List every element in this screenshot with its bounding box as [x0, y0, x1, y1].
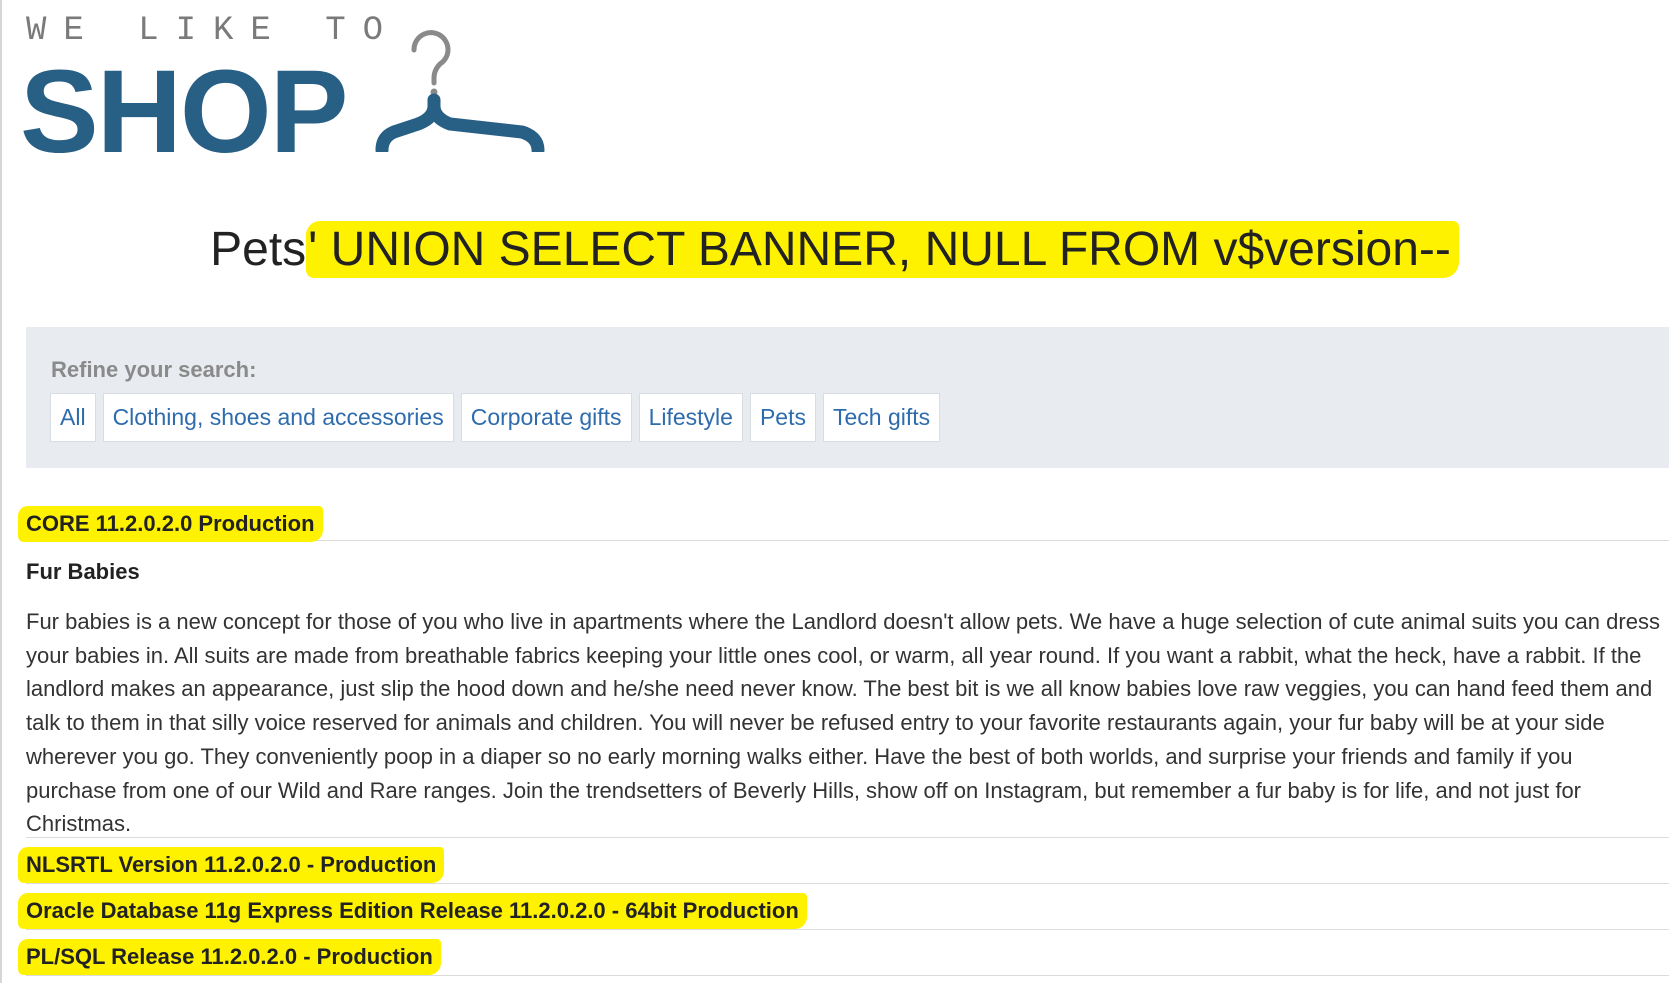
- row-title: Oracle Database 11g Express Edition Rele…: [18, 893, 807, 929]
- search-category-text: Pets: [210, 223, 307, 276]
- refine-search-title: Refine your search:: [51, 357, 257, 382]
- search-results-heading: Pets' UNION SELECT BANNER, NULL FROM v$v…: [0, 221, 1669, 278]
- table-row: Fur Babies Fur babies is a new concept f…: [26, 541, 1669, 838]
- row-title: PL/SQL Release 11.2.0.2.0 - Production: [18, 939, 441, 975]
- table-row: PL/SQL Release 11.2.0.2.0 - Production: [18, 930, 1669, 976]
- refine-search-panel: Refine your search: All Clothing, shoes …: [26, 327, 1669, 468]
- row-title: Fur Babies: [26, 559, 140, 584]
- filter-pets[interactable]: Pets: [749, 393, 816, 442]
- table-row: NLSRTL Version 11.2.0.2.0 - Production: [18, 838, 1669, 884]
- results-table: CORE 11.2.0.2.0 Production Fur Babies Fu…: [18, 498, 1669, 976]
- filter-lifestyle[interactable]: Lifestyle: [638, 393, 743, 442]
- table-row: CORE 11.2.0.2.0 Production: [18, 498, 1669, 542]
- hanger-icon: [375, 30, 545, 152]
- filter-tech-gifts[interactable]: Tech gifts: [822, 393, 941, 442]
- injected-query-text: ' UNION SELECT BANNER, NULL FROM v$versi…: [306, 221, 1459, 278]
- row-description: Fur babies is a new concept for those of…: [26, 609, 1660, 837]
- page-edge: [0, 0, 2, 983]
- table-row: Oracle Database 11g Express Edition Rele…: [18, 884, 1669, 930]
- filter-all[interactable]: All: [50, 393, 96, 442]
- filter-clothing[interactable]: Clothing, shoes and accessories: [102, 393, 454, 442]
- logo-wordmark: SHOP: [20, 46, 348, 178]
- row-title: CORE 11.2.0.2.0 Production: [18, 506, 323, 542]
- filter-list: All Clothing, shoes and accessories Corp…: [50, 393, 941, 442]
- row-title: NLSRTL Version 11.2.0.2.0 - Production: [18, 847, 445, 883]
- filter-corporate-gifts[interactable]: Corporate gifts: [460, 393, 632, 442]
